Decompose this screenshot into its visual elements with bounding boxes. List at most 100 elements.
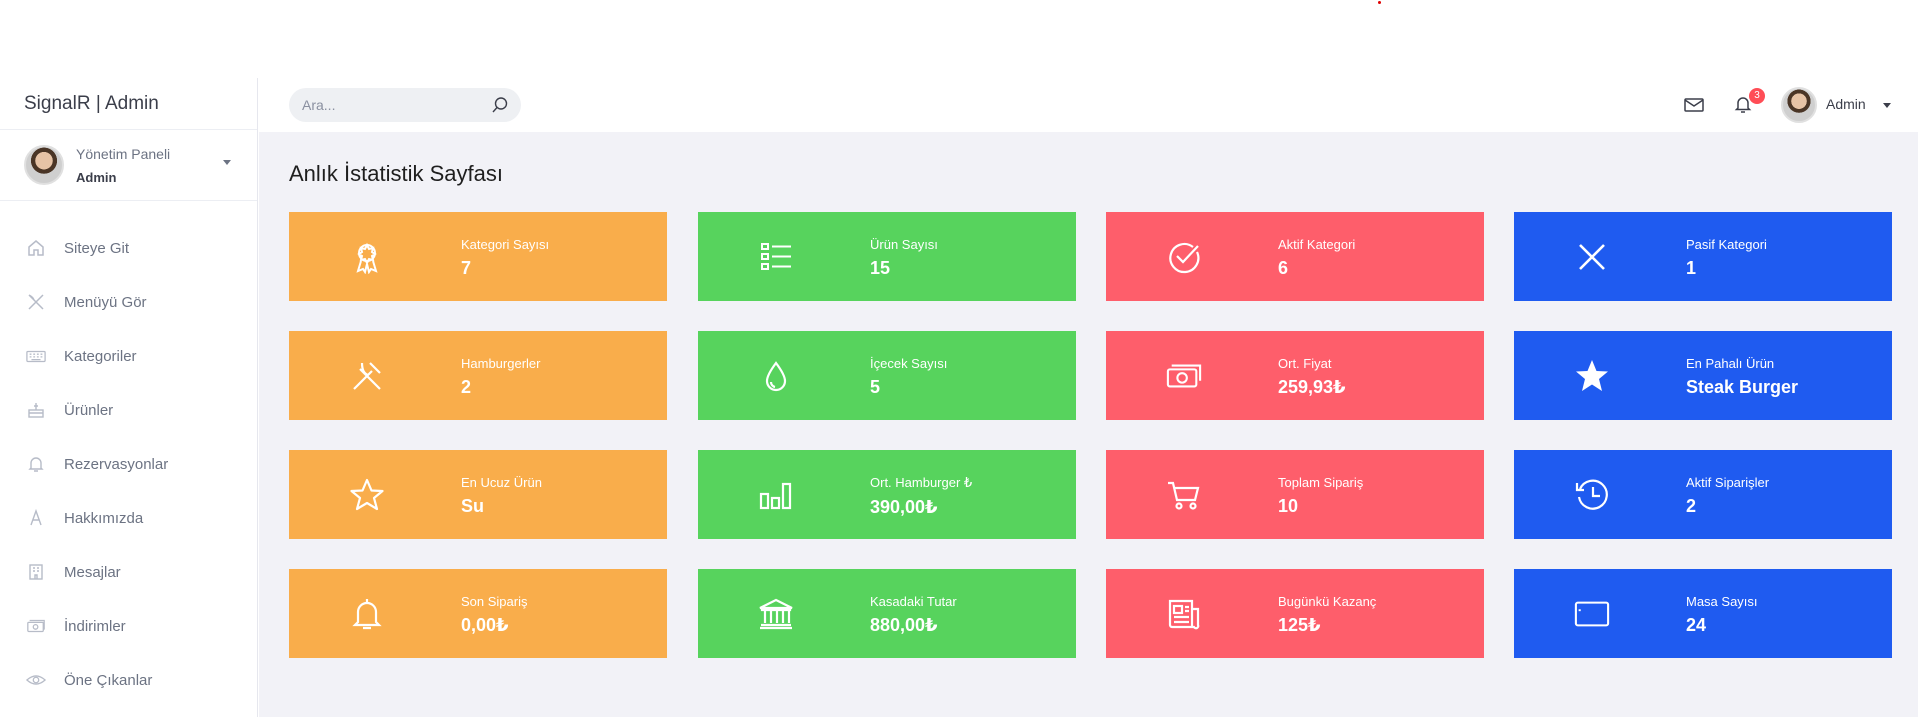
utensils-icon [26, 292, 46, 312]
avatar [1781, 87, 1817, 123]
stat-label: Son Sipariş [461, 594, 528, 609]
stat-label: Toplam Sipariş [1278, 475, 1364, 490]
bell-icon [26, 454, 46, 474]
stat-label: Ort. Hamburger ₺ [870, 475, 973, 490]
user-avatar[interactable] [1781, 87, 1817, 123]
sidebar-item-label: Rezervasyonlar [64, 455, 169, 473]
home-icon [26, 238, 46, 258]
sidebar-item-mesajlar[interactable]: Mesajlar [0, 545, 257, 599]
profile-section[interactable]: Yönetim Paneli Admin [0, 130, 257, 201]
sidebar: SignalR | Admin Yönetim Paneli Admin Sit… [0, 78, 258, 717]
stat-value: 1 [1686, 258, 1697, 278]
stat-value: 24 [1686, 615, 1707, 635]
sidebar-item-label: Ürünler [64, 401, 114, 419]
letter-a-icon [26, 508, 46, 528]
stat-card[interactable]: Kasadaki Tutar 880,00₺ [698, 569, 1076, 658]
bar-chart-icon [758, 477, 794, 513]
stat-card[interactable]: Hamburgerler 2 [289, 331, 667, 420]
stat-label: Hamburgerler [461, 356, 541, 371]
stat-value: 259,93₺ [1278, 377, 1346, 397]
close-icon [1574, 239, 1610, 275]
stat-card[interactable]: Bugünkü Kazanç 125₺ [1106, 569, 1484, 658]
stat-value: 880,00₺ [870, 615, 938, 635]
sidebar-item-rezervasyonlar[interactable]: Rezervasyonlar [0, 437, 257, 491]
search-box [289, 88, 521, 122]
sidebar-item-menuyu-gor[interactable]: Menüyü Gör [0, 275, 257, 329]
sidebar-item-siteye-git[interactable]: Siteye Git [0, 221, 257, 275]
user-name[interactable]: Admin [1826, 96, 1866, 112]
stat-label: Pasif Kategori [1686, 237, 1767, 252]
sidebar-item-label: Menüyü Gör [64, 293, 147, 311]
stat-label: En Ucuz Ürün [461, 475, 542, 490]
stat-label: Bugünkü Kazanç [1278, 594, 1377, 609]
money-icon [1166, 358, 1202, 394]
topbar: 3 Admin [259, 78, 1918, 132]
stat-value: 15 [870, 258, 891, 278]
profile-subtitle: Admin [76, 169, 117, 185]
mail-icon[interactable] [1684, 97, 1704, 118]
stat-value: Su [461, 496, 485, 516]
stat-card[interactable]: En Ucuz Ürün Su [289, 450, 667, 539]
sidebar-item-label: Mesajlar [64, 563, 121, 581]
cart-icon [1166, 477, 1202, 513]
chevron-down-icon[interactable] [1883, 103, 1891, 108]
stat-card[interactable]: Aktif Kategori 6 [1106, 212, 1484, 301]
stat-value: 5 [870, 377, 881, 397]
stat-card[interactable]: Ort. Hamburger ₺ 390,00₺ [698, 450, 1076, 539]
stat-card[interactable]: Masa Sayısı 24 [1514, 569, 1892, 658]
stat-card[interactable]: Ort. Fiyat 259,93₺ [1106, 331, 1484, 420]
sidebar-item-label: Öne Çıkanlar [64, 671, 153, 689]
stat-label: Ort. Fiyat [1278, 356, 1332, 371]
stat-label: Kasadaki Tutar [870, 594, 957, 609]
stat-value: 7 [461, 258, 472, 278]
brand-title[interactable]: SignalR | Admin [0, 78, 257, 130]
building-icon [26, 562, 46, 582]
stat-card[interactable]: Kategori Sayısı 7 [289, 212, 667, 301]
sidebar-item-label: Hakkımızda [64, 509, 144, 527]
stat-label: Kategori Sayısı [461, 237, 550, 252]
star-filled-icon [1574, 358, 1610, 394]
stat-label: Aktif Kategori [1278, 237, 1356, 252]
stat-card[interactable]: İçecek Sayısı 5 [698, 331, 1076, 420]
stat-value: 6 [1278, 258, 1289, 278]
profile-title: Yönetim Paneli [76, 145, 171, 162]
keyboard-icon [26, 346, 46, 366]
stat-value: 0,00₺ [461, 615, 509, 635]
sidebar-item-indirimler[interactable]: İndirimler [0, 599, 257, 653]
main-content: Anlık İstatistik Sayfası Kategori Sayısı… [259, 132, 1918, 717]
stat-label: En Pahalı Ürün [1686, 356, 1775, 371]
sidebar-item-one-cikanlar[interactable]: Öne Çıkanlar [0, 653, 257, 707]
search-input[interactable] [289, 88, 479, 122]
stat-card[interactable]: Toplam Sipariş 10 [1106, 450, 1484, 539]
chevron-down-icon[interactable] [223, 160, 231, 165]
newspaper-icon [1166, 596, 1202, 632]
sidebar-item-label: Siteye Git [64, 239, 130, 257]
check-circle-icon [1166, 239, 1202, 275]
stat-card[interactable]: Son Sipariş 0,00₺ [289, 569, 667, 658]
sidebar-item-label: İndirimler [64, 617, 126, 635]
award-icon [349, 239, 385, 275]
stat-card[interactable]: Pasif Kategori 1 [1514, 212, 1892, 301]
sidebar-item-hakkimizda[interactable]: Hakkımızda [0, 491, 257, 545]
red-dot [1378, 1, 1381, 4]
list-icon [758, 239, 794, 275]
search-icon[interactable] [491, 96, 509, 119]
stat-card[interactable]: Ürün Sayısı 15 [698, 212, 1076, 301]
sidebar-item-label: Kategoriler [64, 347, 137, 365]
history-icon [1574, 477, 1610, 513]
stat-value: 2 [461, 377, 472, 397]
tablet-icon [1574, 596, 1610, 632]
avatar [24, 145, 64, 185]
stat-label: İçecek Sayısı [870, 356, 948, 371]
stat-card[interactable]: En Pahalı Ürün Steak Burger [1514, 331, 1892, 420]
stat-label: Masa Sayısı [1686, 594, 1758, 609]
money-icon [26, 616, 46, 636]
sidebar-item-urunler[interactable]: Ürünler [0, 383, 257, 437]
stat-label: Ürün Sayısı [870, 237, 938, 252]
star-outline-icon [349, 477, 385, 513]
stat-card[interactable]: Aktif Siparişler 2 [1514, 450, 1892, 539]
sidebar-item-kategoriler[interactable]: Kategoriler [0, 329, 257, 383]
stat-value: 125₺ [1278, 615, 1321, 635]
utensils-icon [349, 358, 385, 394]
bank-icon [758, 596, 794, 632]
